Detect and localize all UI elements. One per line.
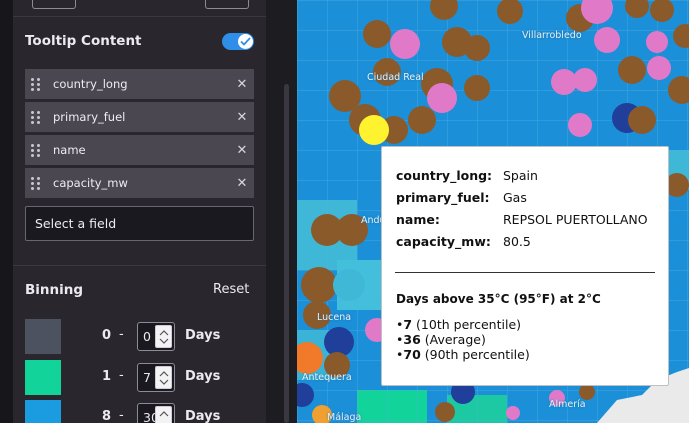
tooltip-stat: •70 (90th percentile) bbox=[396, 347, 530, 362]
drag-handle-icon[interactable] bbox=[31, 77, 41, 91]
chevron-down-icon[interactable] bbox=[159, 379, 169, 386]
tooltip-key: capacity_mw: bbox=[396, 234, 491, 249]
tooltip-value: Spain bbox=[503, 168, 538, 183]
close-icon[interactable]: ✕ bbox=[230, 77, 254, 92]
city-label: Málaga bbox=[327, 412, 362, 423]
field-label: country_long bbox=[53, 77, 128, 91]
tooltip-value: REPSOL PUERTOLLANO bbox=[503, 212, 648, 227]
check-icon bbox=[240, 37, 251, 46]
tooltip-key: name: bbox=[396, 212, 440, 227]
stepper-arrows[interactable] bbox=[155, 406, 172, 423]
field-label: name bbox=[53, 143, 86, 157]
bin-color-swatch[interactable] bbox=[25, 360, 61, 395]
drag-handle-icon[interactable] bbox=[31, 143, 41, 157]
bin-separator: - bbox=[119, 368, 124, 383]
map-tooltip: country_long: Spain primary_fuel: Gas na… bbox=[381, 146, 669, 386]
tooltip-field-primary-fuel[interactable]: primary_fuel ✕ bbox=[25, 102, 254, 132]
bin-separator: - bbox=[119, 408, 124, 423]
tooltip-key: country_long: bbox=[396, 168, 493, 183]
top-button-left[interactable] bbox=[32, 0, 76, 9]
bin-unit: Days bbox=[185, 369, 221, 384]
tooltip-heading: Days above 35°C (95°F) at 2°C bbox=[396, 292, 601, 306]
bin-row: 1 - 7 Days bbox=[25, 360, 254, 395]
bin-unit: Days bbox=[185, 409, 221, 423]
field-label: capacity_mw bbox=[53, 176, 128, 190]
chevron-up-icon[interactable] bbox=[159, 410, 169, 417]
tooltip-field-name[interactable]: name ✕ bbox=[25, 135, 254, 165]
city-label: Lucena bbox=[317, 312, 352, 323]
bin-separator: - bbox=[119, 327, 124, 342]
chevron-up-icon[interactable] bbox=[159, 329, 169, 336]
stepper-value[interactable]: 0 bbox=[143, 329, 151, 344]
outer-sidebar bbox=[0, 0, 13, 423]
field-label: primary_fuel bbox=[53, 110, 126, 124]
bin-to-stepper[interactable]: 7 bbox=[137, 363, 175, 392]
bin-row: 0 - 0 Days bbox=[25, 319, 254, 354]
stat-label: (10th percentile) bbox=[412, 317, 522, 332]
stat-value: 7 bbox=[403, 317, 413, 332]
tooltip-toggle[interactable] bbox=[222, 33, 254, 50]
stepper-value[interactable]: 7 bbox=[143, 370, 151, 385]
tooltip-stat: •36 (Average) bbox=[396, 332, 486, 347]
top-button-right[interactable] bbox=[205, 0, 249, 9]
tooltip-value: 80.5 bbox=[503, 234, 531, 249]
close-icon[interactable]: ✕ bbox=[230, 143, 254, 158]
stepper-arrows[interactable] bbox=[155, 366, 172, 389]
stat-label: (90th percentile) bbox=[420, 347, 530, 362]
chevron-up-icon[interactable] bbox=[159, 370, 169, 377]
bin-to-stepper[interactable]: 30 bbox=[137, 403, 175, 423]
close-icon[interactable]: ✕ bbox=[230, 110, 254, 125]
divider bbox=[13, 265, 266, 266]
binning-title: Binning bbox=[25, 282, 84, 298]
bin-from-value: 1 bbox=[101, 369, 111, 384]
tooltip-field-capacity-mw[interactable]: capacity_mw ✕ bbox=[25, 168, 254, 198]
tooltip-value: Gas bbox=[503, 190, 527, 205]
city-label: Ciudad Real bbox=[367, 72, 424, 83]
tooltip-divider bbox=[395, 272, 655, 273]
panel-scrollbar[interactable] bbox=[284, 84, 289, 423]
bin-to-stepper[interactable]: 0 bbox=[137, 322, 175, 351]
reset-button[interactable]: Reset bbox=[213, 282, 249, 297]
stat-value: 70 bbox=[403, 347, 421, 362]
divider bbox=[13, 16, 266, 17]
bin-row: 8 - 30 Days bbox=[25, 400, 254, 423]
city-label: Antequera bbox=[302, 372, 352, 383]
panel-gutter bbox=[266, 0, 297, 423]
drag-handle-icon[interactable] bbox=[31, 110, 41, 124]
select-field-dropdown[interactable]: Select a field bbox=[25, 206, 254, 241]
tooltip-content-title: Tooltip Content bbox=[25, 33, 142, 49]
city-label: Villarrobledo bbox=[522, 30, 582, 41]
toggle-knob bbox=[238, 34, 253, 49]
bin-from-value: 8 bbox=[101, 409, 111, 423]
city-label: Almería bbox=[549, 399, 586, 410]
tooltip-field-country-long[interactable]: country_long ✕ bbox=[25, 69, 254, 99]
bin-from-value: 0 bbox=[101, 328, 111, 343]
tooltip-key: primary_fuel: bbox=[396, 190, 490, 205]
bin-color-swatch[interactable] bbox=[25, 319, 61, 354]
stat-label: (Average) bbox=[420, 332, 486, 347]
bin-color-swatch[interactable] bbox=[25, 400, 61, 423]
bin-unit: Days bbox=[185, 328, 221, 343]
chevron-down-icon[interactable] bbox=[159, 338, 169, 345]
stat-value: 36 bbox=[403, 332, 421, 347]
stepper-arrows[interactable] bbox=[155, 325, 172, 348]
close-icon[interactable]: ✕ bbox=[230, 176, 254, 191]
tooltip-stat: •7 (10th percentile) bbox=[396, 317, 522, 332]
drag-handle-icon[interactable] bbox=[31, 176, 41, 190]
